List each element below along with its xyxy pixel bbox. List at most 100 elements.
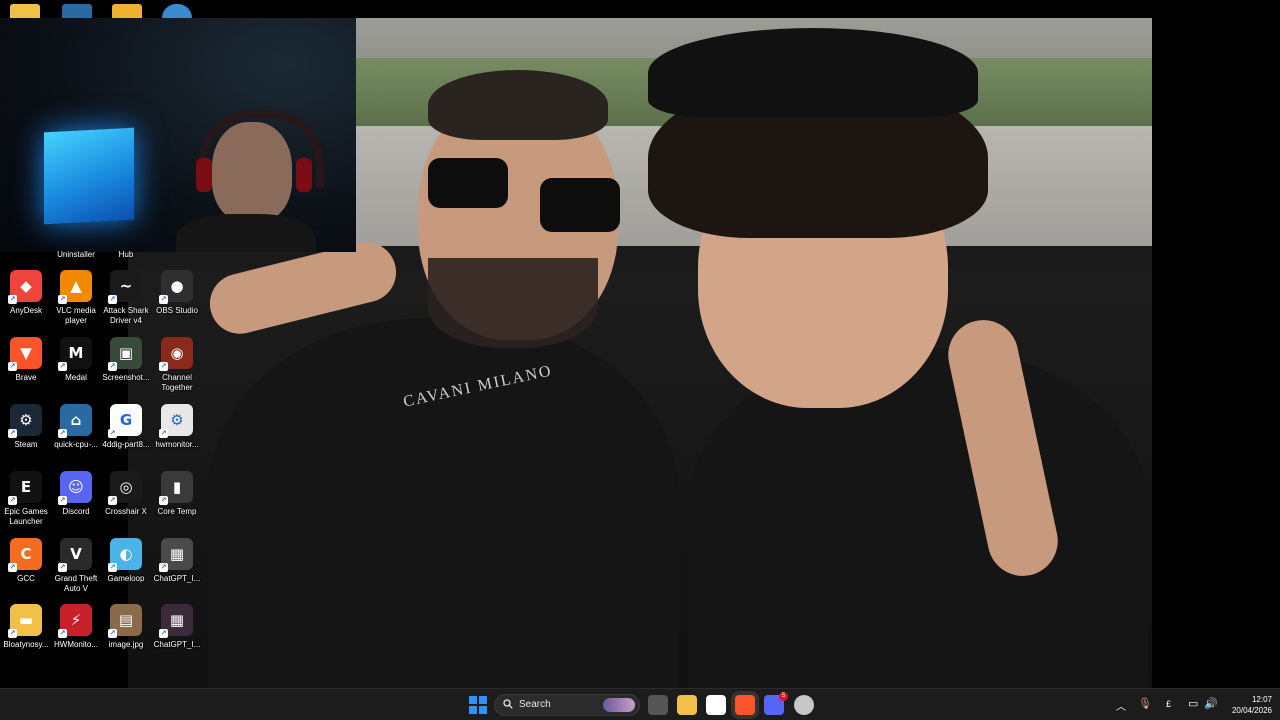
shortcut-arrow-icon: ↗	[159, 629, 168, 638]
desktop-icon[interactable]: ◆ ↗ AnyDesk	[0, 270, 52, 316]
desktop-icon[interactable]: ▬ ↗ Bloatynosy...	[0, 604, 52, 650]
taskbar-clock[interactable]: 12:07 20/04/2026	[1222, 694, 1272, 716]
desktop-icon-label: Crosshair X	[105, 507, 147, 516]
top-app-icon[interactable]	[62, 4, 92, 18]
crosshair-icon: ◎ ↗	[108, 471, 142, 505]
medal-icon: M ↗	[58, 337, 92, 371]
desktop-icon-label: quick-cpu-...	[54, 440, 98, 449]
desktop-icon-label: HWMonito...	[53, 640, 98, 649]
desktop-icon[interactable]: ▤ ↗ image.jpg	[100, 604, 152, 650]
folder-icon: ▬ ↗	[8, 604, 42, 638]
shortcut-arrow-icon: ↗	[8, 295, 17, 304]
4ddig-icon: G ↗	[108, 404, 142, 438]
gta-icon: V ↗	[58, 538, 92, 572]
desktop-icon-label: 4ddig-part8...	[102, 440, 150, 449]
brave-taskbar-icon[interactable]	[735, 695, 755, 715]
file-explorer-icon[interactable]	[677, 695, 697, 715]
desktop-icon-label: Steam	[14, 440, 38, 449]
wallpaper-person-right-body	[688, 348, 1148, 688]
desktop-icon-label: VLC media player	[56, 306, 96, 325]
desktop-icon-label: Epic Games Launcher	[4, 507, 48, 526]
shortcut-arrow-icon: ↗	[8, 563, 17, 572]
webcam-monitor-glow	[44, 127, 134, 225]
taskbar-search-box[interactable]: Search	[494, 694, 640, 716]
desktop-icon-label: ChatGPT_I...	[153, 574, 201, 583]
desktop-icon-label: Discord	[62, 507, 90, 516]
steam-taskbar-icon[interactable]	[794, 695, 814, 715]
desktop-icon[interactable]: ◐ ↗ Gameloop	[100, 538, 152, 584]
wallpaper-person-left-body	[208, 318, 678, 688]
discord-icon: ☺ ↗	[58, 471, 92, 505]
task-view-icon[interactable]	[648, 695, 668, 715]
obs-icon: ● ↗	[159, 270, 193, 304]
desktop-icon[interactable]: ⌂ ↗ quick-cpu-...	[50, 404, 102, 450]
desktop-icon-label: Attack Shark Driver v4	[103, 306, 149, 325]
shortcut-arrow-icon: ↗	[159, 362, 168, 371]
volume-icon[interactable]: 🔊	[1204, 697, 1218, 710]
shortcut-arrow-icon: ↗	[108, 429, 117, 438]
webcam-streamer-body	[176, 214, 316, 252]
desktop-icon[interactable]: ▣ ↗ Screenshot...	[100, 337, 152, 383]
desktop-icon[interactable]: ☺ ↗ Discord	[50, 471, 102, 517]
steam-icon: ⚙ ↗	[8, 404, 42, 438]
desktop-icon-label: hwmonitor...	[155, 440, 199, 449]
network-icon[interactable]: ▭	[1188, 697, 1198, 710]
desktop-icon[interactable]: G ↗ 4ddig-part8...	[100, 404, 152, 450]
desktop-icon[interactable]: ▼ ↗ Brave	[0, 337, 52, 383]
desktop-icon-label: Screenshot...	[102, 373, 150, 382]
shortcut-arrow-icon: ↗	[108, 362, 117, 371]
microphone-icon[interactable]: 🎙	[1138, 697, 1152, 710]
desktop-icon-label: Gameloop	[107, 574, 145, 583]
desktop-icon[interactable]: C ↗ GCC	[0, 538, 52, 584]
desktop-icon[interactable]: ● ↗ OBS Studio	[151, 270, 203, 316]
hwmonitor-icon: ⚡ ↗	[58, 604, 92, 638]
desktop-icon-label: ChatGPT_I...	[153, 640, 201, 649]
desktop-icon[interactable]: ⚙ ↗ Steam	[0, 404, 52, 450]
start-button[interactable]	[468, 695, 488, 715]
shortcut-arrow-icon: ↗	[58, 563, 67, 572]
desktop-screen: CAVANI MILANO Uninstaller Hub ◆ ↗ AnyDesk ▲…	[0, 0, 1280, 720]
desktop-icon[interactable]: ▦ ↗ ChatGPT_I...	[151, 538, 203, 584]
top-folder-icon[interactable]	[10, 4, 40, 18]
desktop-icon[interactable]: ▦ ↗ ChatGPT_I...	[151, 604, 203, 650]
currency-indicator[interactable]: £	[1166, 699, 1171, 709]
desktop-icon[interactable]: ~ ↗ Attack Shark Driver v4	[100, 270, 152, 326]
shortcut-arrow-icon: ↗	[159, 563, 168, 572]
desktop-icon[interactable]: ⚡ ↗ HWMonito...	[50, 604, 102, 650]
shortcut-arrow-icon: ↗	[8, 429, 17, 438]
wallpaper-person-left-hair	[428, 70, 608, 140]
headset-ear-left	[196, 158, 212, 192]
shortcut-arrow-icon: ↗	[8, 362, 17, 371]
gameloop-icon: ◐ ↗	[108, 538, 142, 572]
desktop-icon-label: OBS Studio	[156, 306, 198, 315]
desktop-icon[interactable]: E ↗ Epic Games Launcher	[0, 471, 52, 527]
sunglasses-right-lens	[540, 178, 620, 232]
top-app-icon-2[interactable]	[112, 4, 142, 18]
desktop-icon[interactable]: M ↗ Medal	[50, 337, 102, 383]
desktop-icon[interactable]: ⚙ ↗ hwmonitor...	[151, 404, 203, 450]
quick-cpu-icon: ⌂ ↗	[58, 404, 92, 438]
microsoft-store-icon[interactable]	[706, 695, 726, 715]
desktop-icon[interactable]: ◉ ↗ Channel Together	[151, 337, 203, 393]
webcam-overlay	[0, 18, 356, 252]
desktop-icon-label: GCC	[17, 574, 35, 583]
desktop-icon-label: Bloatynosy...	[3, 640, 49, 649]
desktop-icon-label: AnyDesk	[9, 306, 42, 315]
chevron-up-icon[interactable]: ︿	[1116, 698, 1126, 713]
clock-date: 20/04/2026	[1231, 706, 1272, 715]
desktop-icon[interactable]: ◎ ↗ Crosshair X	[100, 471, 152, 517]
shortcut-arrow-icon: ↗	[108, 563, 117, 572]
desktop-icon[interactable]: ▮ ↗ Core Temp	[151, 471, 203, 517]
top-app-icon-3[interactable]	[162, 4, 192, 18]
shortcut-arrow-icon: ↗	[108, 496, 117, 505]
shortcut-arrow-icon: ↗	[108, 295, 117, 304]
shortcut-arrow-icon: ↗	[108, 629, 117, 638]
shortcut-arrow-icon: ↗	[58, 629, 67, 638]
gcc-icon: C ↗	[8, 538, 42, 572]
desktop-icon[interactable]: V ↗ Grand Theft Auto V	[50, 538, 102, 594]
desktop-icon-label-partial[interactable]: Hub	[96, 250, 156, 259]
shortcut-arrow-icon: ↗	[8, 629, 17, 638]
discord-taskbar-icon[interactable]: 5	[764, 692, 788, 715]
desktop-icon-label: Core Temp	[157, 507, 197, 516]
desktop-icon[interactable]: ▲ ↗ VLC media player	[50, 270, 102, 326]
